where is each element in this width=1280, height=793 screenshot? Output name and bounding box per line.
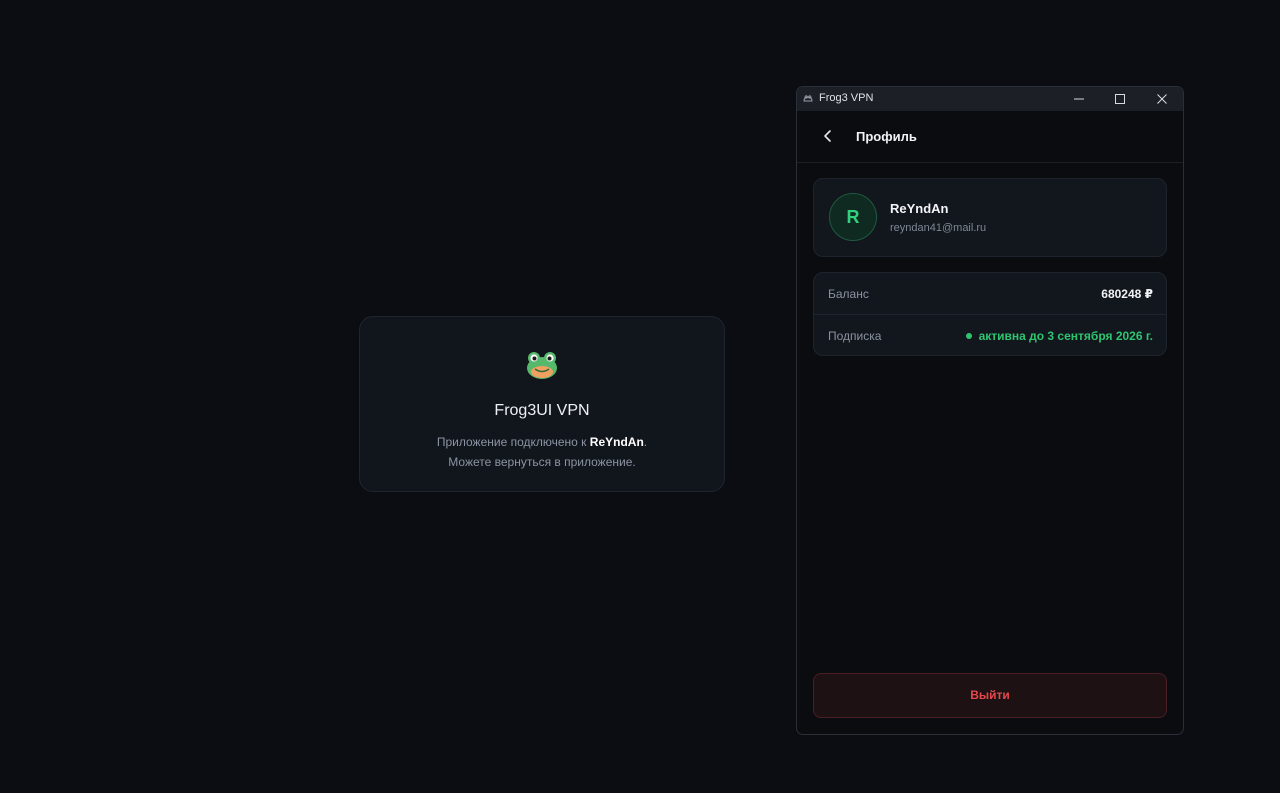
window-titlebar[interactable]: Frog3 VPN: [797, 87, 1183, 111]
message-suffix: .: [643, 435, 648, 449]
account-info-card: Баланс 680248 ₽ Подписка активна до 3 се…: [813, 272, 1167, 356]
connected-username: ReYndAn: [589, 435, 644, 449]
balance-label: Баланс: [828, 287, 869, 301]
app-icon: [803, 95, 813, 102]
subscription-label: Подписка: [828, 329, 882, 343]
user-name: ReYndAn: [890, 201, 949, 216]
connection-message: Приложение подключено к ReYndAn. Можете …: [360, 432, 724, 472]
web-page-title: Frog3UI VPN: [494, 402, 590, 419]
chevron-left-icon[interactable]: [819, 127, 837, 145]
message-line2: Можете вернуться в приложение.: [448, 455, 636, 469]
balance-row: Баланс 680248 ₽: [814, 273, 1166, 315]
page-title: Профиль: [856, 129, 917, 144]
frog-icon: [527, 352, 557, 379]
user-email: reyndan41@mail.ru: [890, 222, 987, 234]
subscription-row: Подписка активна до 3 сентября 2026 г.: [814, 315, 1166, 356]
close-button[interactable]: [1141, 87, 1183, 111]
close-icon: [1157, 94, 1167, 104]
balance-value: 680248 ₽: [1101, 287, 1153, 301]
subscription-status: активна до 3 сентября 2026 г.: [965, 329, 1153, 343]
subscription-value: активна до 3 сентября 2026 г.: [978, 329, 1153, 343]
app-header: Профиль: [797, 111, 1183, 163]
window-title: Frog3 VPN: [819, 92, 874, 104]
app-window: Frog3 VPN Профиль R ReYndAn reyndan41@ma…: [796, 86, 1184, 735]
maximize-button[interactable]: [1099, 87, 1141, 111]
logout-button[interactable]: Выйти: [813, 673, 1167, 718]
status-dot-icon: [965, 333, 972, 339]
minimize-button[interactable]: [1058, 87, 1100, 111]
profile-card: R ReYndAn reyndan41@mail.ru: [813, 178, 1167, 257]
message-prefix: Приложение подключено к: [436, 435, 590, 449]
minimize-icon: [1074, 98, 1084, 100]
connection-card: Frog3UI VPN Приложение подключено к ReYn…: [359, 316, 725, 492]
avatar: R: [829, 193, 877, 241]
maximize-icon: [1115, 94, 1125, 104]
